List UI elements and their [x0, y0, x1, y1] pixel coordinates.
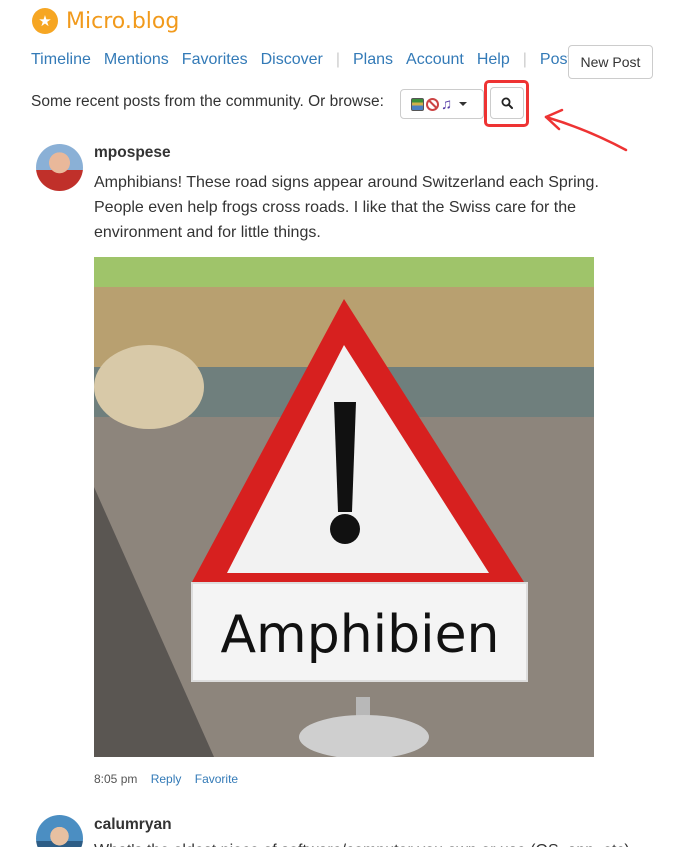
browse-text: Some recent posts from the community. Or… — [31, 93, 384, 110]
favorite-link[interactable]: Favorite — [195, 772, 238, 786]
nav-mentions[interactable]: Mentions — [104, 51, 169, 69]
avatar[interactable] — [36, 815, 83, 847]
nav-discover[interactable]: Discover — [261, 51, 323, 69]
new-post-button[interactable]: New Post — [568, 45, 653, 79]
search-button[interactable] — [490, 87, 524, 119]
nav-separator: | — [522, 51, 527, 68]
search-icon — [501, 97, 513, 109]
avatar[interactable] — [36, 144, 83, 191]
post-text: Amphibians! These road signs appear arou… — [94, 174, 599, 241]
sign-text: Amphibien — [220, 605, 499, 665]
browse-dropdown[interactable]: ♫ — [400, 89, 484, 119]
star-icon: ★ — [32, 8, 58, 34]
brand[interactable]: ★ Micro.blog — [32, 8, 179, 34]
post-time[interactable]: 8:05 pm — [94, 772, 137, 786]
nav-help[interactable]: Help — [477, 51, 510, 69]
post-text: What's the oldest piece of software/comp… — [94, 838, 649, 847]
annotation-arrow-icon — [544, 108, 628, 152]
chevron-down-icon — [459, 102, 467, 106]
nav-account[interactable]: Account — [406, 51, 464, 69]
post-author[interactable]: calumryan — [94, 816, 172, 834]
main-nav: Timeline Mentions Favorites Discover | P… — [31, 51, 593, 69]
post-photo[interactable]: Amphibien — [94, 257, 594, 757]
post-meta: 8:05 pm Reply Favorite — [94, 772, 238, 786]
brand-name: Micro.blog — [66, 8, 180, 34]
browse-row: Some recent posts from the community. Or… — [31, 89, 484, 119]
music-note-icon: ♫ — [441, 95, 453, 113]
amphibian-sign-photo: Amphibien — [94, 257, 594, 757]
nav-separator: | — [335, 51, 340, 68]
nav-plans[interactable]: Plans — [353, 51, 393, 69]
no-entry-icon — [426, 97, 439, 111]
books-icon — [411, 97, 424, 111]
post-author[interactable]: mpospese — [94, 144, 171, 162]
nav-timeline[interactable]: Timeline — [31, 51, 91, 69]
nav-favorites[interactable]: Favorites — [182, 51, 248, 69]
reply-link[interactable]: Reply — [151, 772, 182, 786]
